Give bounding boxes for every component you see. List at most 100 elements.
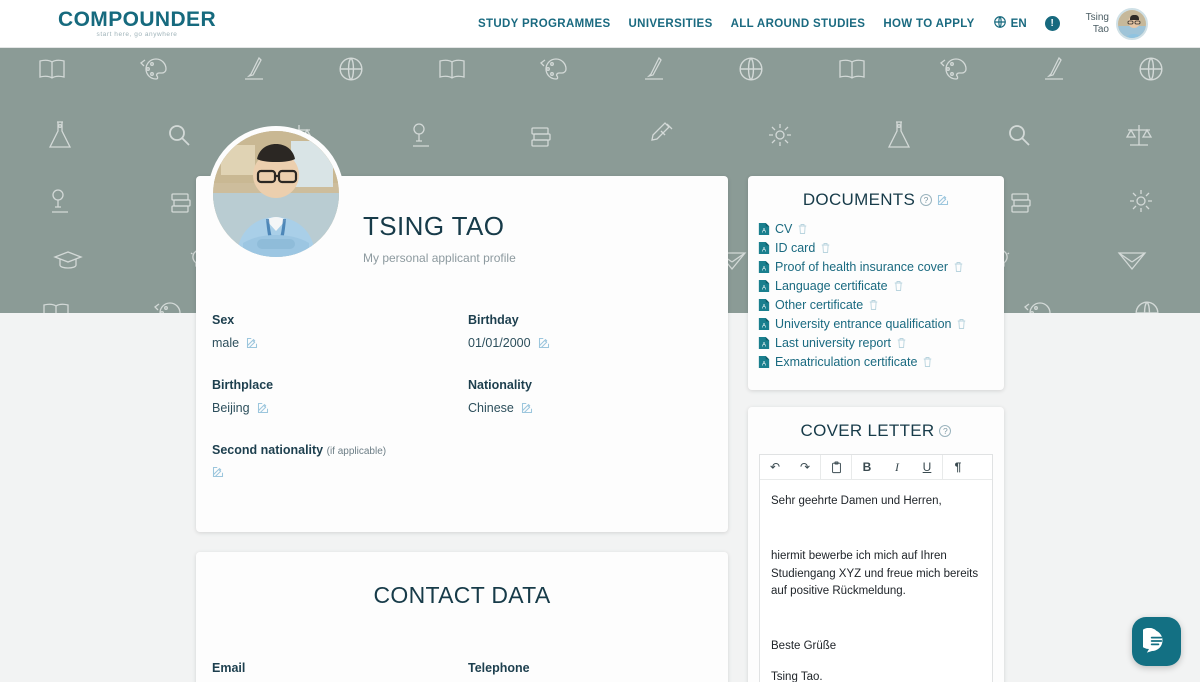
edit-icon[interactable] — [521, 402, 533, 414]
book-icon — [436, 57, 468, 86]
trash-icon[interactable] — [956, 318, 967, 330]
field-value: Beijing — [212, 401, 250, 415]
undo-icon[interactable]: ↶ — [760, 455, 790, 479]
pdf-icon: A — [758, 318, 770, 330]
documents-card: DOCUMENTS ? A CV A ID card A Proof of he… — [748, 176, 1004, 390]
globe-icon — [1138, 56, 1164, 87]
svg-text:A: A — [762, 285, 766, 291]
edit-icon[interactable] — [257, 402, 269, 414]
rich-text-editor: ↶ ↷ B I U ¶ Sehr geehrte Damen und Herre… — [759, 454, 993, 682]
field-label: Birthday — [468, 313, 519, 327]
user-menu[interactable]: Tsing Tao — [1086, 7, 1148, 40]
cover-letter-card: COVER LETTER ? ↶ ↷ B I U ¶ Sehr geehrte … — [748, 407, 1004, 682]
pdf-icon: A — [758, 280, 770, 292]
info-icon[interactable]: ! — [1044, 16, 1060, 31]
banner-icon-row — [0, 120, 1200, 155]
trash-icon[interactable] — [953, 261, 964, 273]
language-label: EN — [1010, 17, 1027, 30]
trash-icon[interactable] — [893, 280, 904, 292]
help-icon[interactable]: ? — [920, 194, 933, 206]
edit-icon[interactable] — [538, 337, 550, 349]
field-label: Nationality — [468, 378, 532, 392]
document-label: Language certificate — [775, 279, 888, 293]
cover-letter-paragraph: Beste Grüße — [771, 640, 837, 653]
chat-widget-button[interactable] — [1132, 617, 1181, 666]
documents-list: A CV A ID card A Proof of health insuran… — [748, 222, 1004, 369]
document-item[interactable]: A Proof of health insurance cover — [758, 260, 994, 274]
profile-header: TSING TAO My personal applicant profile — [196, 126, 728, 265]
cover-letter-paragraph: Tsing Tao. — [771, 671, 823, 682]
page-title: TSING TAO — [363, 211, 505, 241]
field-value-wrap: male — [212, 336, 468, 350]
trash-icon[interactable] — [868, 299, 879, 311]
paragraph-icon[interactable]: ¶ — [943, 455, 973, 479]
toolbar-group-history: ↶ ↷ — [760, 455, 821, 479]
field-sex: Sex male — [212, 313, 468, 350]
document-item[interactable]: A CV — [758, 222, 994, 236]
edit-icon[interactable] — [212, 466, 224, 478]
profile-photo[interactable] — [208, 126, 344, 262]
underline-icon[interactable]: U — [912, 455, 942, 479]
document-item[interactable]: A Language certificate — [758, 279, 994, 293]
toolbar-group-paragraph: ¶ — [943, 455, 973, 479]
cover-letter-paragraph: Sehr geehrte Damen und Herren, — [771, 495, 942, 507]
avatar-image — [1118, 9, 1146, 38]
books-icon — [527, 122, 555, 153]
nav-universities[interactable]: UNIVERSITIES — [629, 18, 713, 30]
bold-icon[interactable]: B — [852, 455, 882, 479]
avatar[interactable] — [1116, 7, 1148, 40]
svg-text:A: A — [762, 304, 766, 310]
trash-icon[interactable] — [896, 337, 907, 349]
field-row: Second nationality (if applicable) — [196, 443, 728, 478]
field-value-wrap — [212, 466, 468, 478]
document-item[interactable]: A ID card — [758, 241, 994, 255]
profile-identity: TSING TAO My personal applicant profile — [344, 176, 516, 265]
paste-icon[interactable] — [821, 455, 851, 479]
italic-icon[interactable]: I — [882, 455, 912, 479]
document-label: ID card — [775, 241, 816, 255]
contact-data-card: CONTACT DATA Email marshalllaw@gmx.net T… — [196, 552, 728, 682]
help-icon[interactable]: ? — [939, 425, 952, 437]
scales-icon — [1124, 122, 1154, 153]
field-value-wrap: Chinese — [468, 401, 724, 415]
document-item[interactable]: A Other certificate — [758, 298, 994, 312]
magnifier-icon — [166, 122, 192, 153]
field-label: Second nationality (if applicable) — [212, 443, 468, 457]
cover-letter-paragraph — [771, 524, 981, 535]
microscope-icon — [407, 121, 435, 154]
edit-icon[interactable] — [246, 337, 258, 349]
edit-icon[interactable] — [937, 194, 949, 206]
trash-icon[interactable] — [797, 223, 808, 235]
document-item[interactable]: A University entrance qualification — [758, 317, 994, 331]
pdf-icon: A — [758, 337, 770, 349]
document-item[interactable]: A Last university report — [758, 336, 994, 350]
nav-how-to-apply[interactable]: HOW TO APPLY — [883, 18, 974, 30]
logo[interactable]: COMPOUNDER start here, go anywhere — [58, 9, 216, 39]
svg-text:A: A — [762, 228, 766, 234]
svg-text:A: A — [762, 323, 766, 329]
flask-icon — [885, 120, 913, 155]
nav-study-programmes[interactable]: STUDY PROGRAMMES — [478, 18, 611, 30]
main-navigation: STUDY PROGRAMMES UNIVERSITIES ALL AROUND… — [478, 7, 1200, 40]
pen-icon — [241, 56, 267, 87]
chat-bubble-icon — [1143, 628, 1163, 653]
document-label: University entrance qualification — [775, 317, 952, 331]
documents-title: DOCUMENTS — [802, 190, 916, 209]
cover-letter-textarea[interactable]: Sehr geehrte Damen und Herren, hiermit b… — [760, 480, 992, 682]
cover-letter-paragraph: hiermit bewerbe ich mich auf Ihren Studi… — [771, 549, 979, 598]
field-row: Sex male Birthday 01/01/2000 — [196, 313, 728, 350]
redo-icon[interactable]: ↷ — [790, 455, 820, 479]
document-item[interactable]: A Exmatriculation certificate — [758, 355, 994, 369]
language-selector[interactable]: EN — [993, 15, 1027, 32]
syringe-icon — [647, 121, 675, 154]
trash-icon[interactable] — [922, 356, 933, 368]
svg-text:A: A — [762, 342, 766, 348]
trash-icon[interactable] — [820, 242, 831, 254]
pdf-icon: A — [758, 223, 770, 235]
pen-icon — [641, 56, 667, 87]
field-email: Email marshalllaw@gmx.net — [212, 661, 468, 682]
nav-all-around-studies[interactable]: ALL AROUND STUDIES — [731, 18, 866, 30]
globe-icon — [338, 56, 364, 87]
field-label: Email — [212, 661, 246, 675]
field-value-wrap: Beijing — [212, 401, 468, 415]
